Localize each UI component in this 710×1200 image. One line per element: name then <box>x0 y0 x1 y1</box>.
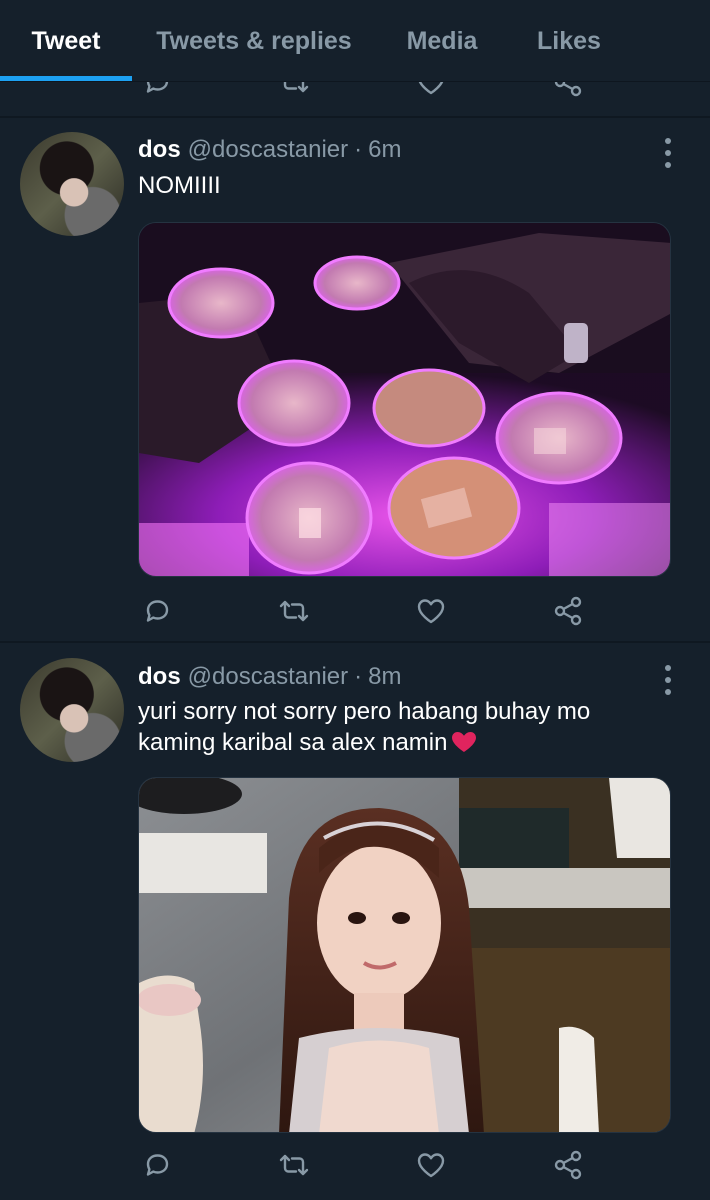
tweet-header: dos @doscastanier · 8m <box>138 663 401 695</box>
previous-tweet-actions <box>0 82 710 116</box>
avatar[interactable] <box>20 132 124 236</box>
more-options-icon[interactable] <box>658 665 678 695</box>
tweet-text-container: yuri sorry not sorry pero habang buhay m… <box>138 696 658 758</box>
retweet-icon[interactable] <box>274 82 314 102</box>
profile-page: Tweet Tweets & replies Media Likes dos @… <box>0 0 710 1200</box>
red-heart-emoji-icon <box>452 732 477 752</box>
like-icon[interactable] <box>411 82 451 102</box>
active-tab-indicator <box>0 76 132 81</box>
share-icon[interactable] <box>548 1145 588 1185</box>
tweet-actions <box>138 591 598 631</box>
tab-media[interactable]: Media <box>392 0 492 82</box>
tweet-actions <box>138 1145 598 1185</box>
more-options-icon[interactable] <box>658 138 678 168</box>
reply-icon[interactable] <box>137 1145 177 1185</box>
timestamp[interactable]: 8m <box>368 663 401 691</box>
tweet-text: NOMIIII <box>138 172 221 199</box>
user-handle[interactable]: @doscastanier <box>188 663 348 691</box>
avatar[interactable] <box>20 658 124 762</box>
photo-drinks-image <box>139 223 670 576</box>
profile-tabs: Tweet Tweets & replies Media Likes <box>0 0 710 82</box>
share-icon[interactable] <box>548 591 588 631</box>
tweet-header: dos @doscastanier · 6m <box>138 136 401 168</box>
retweet-icon[interactable] <box>274 1145 314 1185</box>
tweet[interactable]: dos @doscastanier · 8m yuri sorry not so… <box>0 643 710 1200</box>
tweet-photo-drinks[interactable] <box>138 222 671 577</box>
photo-portrait-image <box>139 778 670 1132</box>
like-icon[interactable] <box>411 1145 451 1185</box>
tweet[interactable]: dos @doscastanier · 6m NOMIIII <box>0 118 710 641</box>
share-icon[interactable] <box>548 82 588 102</box>
retweet-icon[interactable] <box>274 591 314 631</box>
separator-dot: · <box>354 136 363 163</box>
display-name[interactable]: dos <box>138 663 181 691</box>
separator-dot: · <box>354 663 363 690</box>
tab-tweet[interactable]: Tweet <box>0 0 132 82</box>
tab-tweets-and-replies[interactable]: Tweets & replies <box>150 0 358 82</box>
tweet-photo-portrait[interactable] <box>138 777 671 1133</box>
reply-icon[interactable] <box>137 591 177 631</box>
tab-likes[interactable]: Likes <box>526 0 612 82</box>
tweet-text: yuri sorry not sorry pero habang buhay m… <box>138 698 591 756</box>
timestamp[interactable]: 6m <box>368 136 401 164</box>
user-handle[interactable]: @doscastanier <box>188 136 348 164</box>
display-name[interactable]: dos <box>138 136 181 164</box>
like-icon[interactable] <box>411 591 451 631</box>
reply-icon[interactable] <box>137 82 177 102</box>
